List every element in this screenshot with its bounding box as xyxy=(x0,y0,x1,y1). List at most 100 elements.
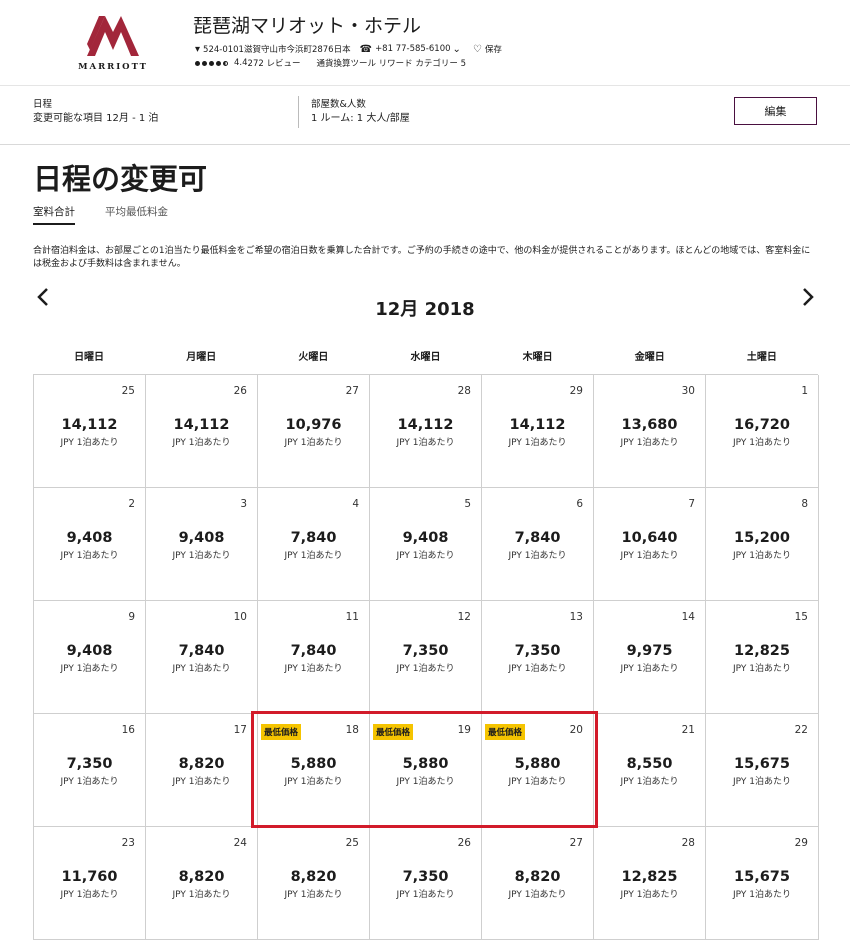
calendar-day-cell[interactable]: 最低価格 20 5,880 JPY 1泊あたり xyxy=(482,714,594,827)
weekday-header: 日曜日 月曜日 火曜日 水曜日 木曜日 金曜日 土曜日 xyxy=(33,348,818,363)
calendar-day-cell[interactable]: 13 7,350 JPY 1泊あたり xyxy=(482,601,594,714)
day-price: 13,680 xyxy=(621,417,678,433)
weekday-label: 木曜日 xyxy=(522,352,553,363)
lowest-price-badge: 最低価格 xyxy=(485,724,526,740)
review-count[interactable]: 272 レビュー xyxy=(248,57,301,69)
day-price: 5,880 xyxy=(402,756,449,772)
hotel-name[interactable]: 琵琶湖マリオット・ホテル xyxy=(193,11,421,38)
calendar-day-cell[interactable]: 25 8,820 JPY 1泊あたり xyxy=(258,827,370,940)
next-month-icon[interactable] xyxy=(801,287,815,313)
calendar-day-cell[interactable]: 25 14,112 JPY 1泊あたり xyxy=(34,375,146,488)
calendar-day-cell[interactable]: 6 7,840 JPY 1泊あたり xyxy=(482,488,594,601)
price-unit: JPY 1泊あたり xyxy=(172,551,231,561)
calendar-day-cell[interactable]: 21 8,550 JPY 1泊あたり xyxy=(594,714,706,827)
day-number: 9 xyxy=(128,611,135,623)
calendar-day-cell[interactable]: 26 7,350 JPY 1泊あたり xyxy=(370,827,482,940)
price-unit: JPY 1泊あたり xyxy=(60,551,119,561)
hotel-rating-line: 4.4 272 レビュー 通貨換算ツール リワード カテゴリー 5 xyxy=(195,57,466,69)
price-unit: JPY 1泊あたり xyxy=(620,551,679,561)
day-price: 10,640 xyxy=(621,530,678,546)
calendar-day-cell[interactable]: 28 12,825 JPY 1泊あたり xyxy=(594,827,706,940)
logo-wordmark: MARRIOTT xyxy=(78,62,148,72)
day-price: 8,820 xyxy=(178,756,225,772)
calendar-day-cell[interactable]: 14 9,975 JPY 1泊あたり xyxy=(594,601,706,714)
day-price: 12,825 xyxy=(734,643,790,659)
calendar-day-cell[interactable]: 9 9,408 JPY 1泊あたり xyxy=(34,601,146,714)
calendar-day-cell[interactable]: 27 10,976 JPY 1泊あたり xyxy=(258,375,370,488)
day-number: 21 xyxy=(681,724,695,736)
calendar-day-cell[interactable]: 12 7,350 JPY 1泊あたり xyxy=(370,601,482,714)
price-unit: JPY 1泊あたり xyxy=(284,438,343,448)
booking-summary: 日程 変更可能な項目 12月 - 1 泊 部屋数&人数 1 ルーム: 1 大人/… xyxy=(0,86,850,144)
heart-icon[interactable]: ♡ xyxy=(473,44,482,55)
price-unit: JPY 1泊あたり xyxy=(620,664,679,674)
calendar-day-cell[interactable]: 24 8,820 JPY 1泊あたり xyxy=(146,827,258,940)
calendar-day-cell[interactable]: 10 7,840 JPY 1泊あたり xyxy=(146,601,258,714)
weekday-label: 土曜日 xyxy=(746,352,777,363)
calendar-day-cell[interactable]: 7 10,640 JPY 1泊あたり xyxy=(594,488,706,601)
day-price: 15,200 xyxy=(734,530,790,546)
calendar-day-cell[interactable]: 2 9,408 JPY 1泊あたり xyxy=(34,488,146,601)
day-price: 7,840 xyxy=(290,530,337,546)
calendar-day-cell[interactable]: 27 8,820 JPY 1泊あたり xyxy=(482,827,594,940)
price-unit: JPY 1泊あたり xyxy=(172,890,231,900)
tab-total-rate[interactable]: 室料合計 xyxy=(33,204,75,225)
calendar-day-cell[interactable]: 4 7,840 JPY 1泊あたり xyxy=(258,488,370,601)
calendar-day-cell[interactable]: 17 8,820 JPY 1泊あたり xyxy=(146,714,258,827)
calendar-day-cell[interactable]: 23 11,760 JPY 1泊あたり xyxy=(34,827,146,940)
price-unit: JPY 1泊あたり xyxy=(508,890,567,900)
calendar-day-cell[interactable]: 最低価格 18 5,880 JPY 1泊あたり xyxy=(258,714,370,827)
rate-note: 合計宿泊料金は、お部屋ごとの1泊当たり最低料金をご希望の宿泊日数を乗算した合計で… xyxy=(33,246,811,269)
calendar-day-cell[interactable]: 最低価格 19 5,880 JPY 1泊あたり xyxy=(370,714,482,827)
calendar-day-cell[interactable]: 29 15,675 JPY 1泊あたり xyxy=(706,827,819,940)
save-link[interactable]: 保存 xyxy=(485,43,502,55)
hotel-header: MARRIOTT 琵琶湖マリオット・ホテル ▾ 524-0101滋賀守山市今浜町… xyxy=(0,0,850,85)
day-price: 14,112 xyxy=(509,417,566,433)
edit-button[interactable]: 編集 xyxy=(734,97,817,125)
calendar-day-cell[interactable]: 5 9,408 JPY 1泊あたり xyxy=(370,488,482,601)
day-number: 17 xyxy=(233,724,247,736)
price-unit: JPY 1泊あたり xyxy=(396,438,455,448)
calendar-day-cell[interactable]: 26 14,112 JPY 1泊あたり xyxy=(146,375,258,488)
tab-average-rate[interactable]: 平均最低料金 xyxy=(105,204,168,223)
rooms-value: 1 ルーム: 1 大人/部屋 xyxy=(311,113,410,124)
dates-value: 変更可能な項目 12月 - 1 泊 xyxy=(33,113,159,124)
day-price: 7,840 xyxy=(178,643,225,659)
day-price: 9,408 xyxy=(402,530,449,546)
rooms-label: 部屋数&人数 xyxy=(311,99,366,110)
price-unit: JPY 1泊あたり xyxy=(508,777,567,787)
price-unit: JPY 1泊あたり xyxy=(60,890,119,900)
day-number: 28 xyxy=(457,385,471,397)
day-price: 10,976 xyxy=(285,417,342,433)
calendar-day-cell[interactable]: 30 13,680 JPY 1泊あたり xyxy=(594,375,706,488)
price-unit: JPY 1泊あたり xyxy=(733,890,791,900)
calendar-day-cell[interactable]: 3 9,408 JPY 1泊あたり xyxy=(146,488,258,601)
calendar-day-cell[interactable]: 11 7,840 JPY 1泊あたり xyxy=(258,601,370,714)
price-unit: JPY 1泊あたり xyxy=(284,551,343,561)
price-unit: JPY 1泊あたり xyxy=(172,664,231,674)
price-unit: JPY 1泊あたり xyxy=(508,664,567,674)
calendar-day-cell[interactable]: 22 15,675 JPY 1泊あたり xyxy=(706,714,819,827)
calendar-day-cell[interactable]: 1 16,720 JPY 1泊あたり xyxy=(706,375,819,488)
hotel-phone[interactable]: +81 77-585-6100 xyxy=(375,44,450,54)
calendar-day-cell[interactable]: 29 14,112 JPY 1泊あたり xyxy=(482,375,594,488)
day-number: 20 xyxy=(569,724,583,736)
day-price: 16,720 xyxy=(734,417,790,433)
calendar-day-cell[interactable]: 8 15,200 JPY 1泊あたり xyxy=(706,488,819,601)
calendar-day-cell[interactable]: 15 12,825 JPY 1泊あたり xyxy=(706,601,819,714)
day-number: 8 xyxy=(801,498,808,510)
day-price: 7,350 xyxy=(402,869,449,885)
chevron-down-icon[interactable]: ⌄ xyxy=(453,44,461,55)
hotel-links[interactable]: 通貨換算ツール リワード カテゴリー 5 xyxy=(316,57,466,69)
price-unit: JPY 1泊あたり xyxy=(508,438,567,448)
day-price: 5,880 xyxy=(514,756,561,772)
day-price: 14,112 xyxy=(397,417,454,433)
hotel-address[interactable]: 524-0101滋賀守山市今浜町2876日本 xyxy=(203,43,351,55)
price-unit: JPY 1泊あたり xyxy=(396,664,455,674)
calendar-day-cell[interactable]: 28 14,112 JPY 1泊あたり xyxy=(370,375,482,488)
day-number: 18 xyxy=(345,724,359,736)
price-unit: JPY 1泊あたり xyxy=(733,438,791,448)
marriott-logo[interactable]: MARRIOTT xyxy=(73,12,153,72)
calendar-day-cell[interactable]: 16 7,350 JPY 1泊あたり xyxy=(34,714,146,827)
price-unit: JPY 1泊あたり xyxy=(396,777,455,787)
